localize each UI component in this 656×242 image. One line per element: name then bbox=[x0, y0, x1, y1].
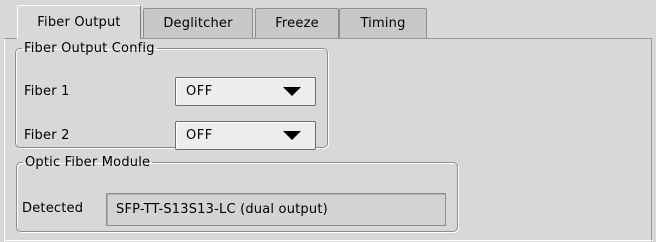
tab-freeze[interactable]: Freeze bbox=[255, 8, 339, 38]
fiber-output-config-group: Fiber Output Config Fiber 1 OFF Fiber 2 … bbox=[15, 41, 328, 150]
fiber-1-label: Fiber 1 bbox=[24, 84, 70, 99]
panel-bottom-divider bbox=[5, 240, 653, 241]
tab-timing[interactable]: Timing bbox=[339, 8, 427, 38]
triangle-down-icon bbox=[283, 131, 301, 140]
tab-bar: Fiber Output Deglitcher Freeze Timing bbox=[0, 0, 656, 39]
optic-fiber-module-title: Optic Fiber Module bbox=[25, 155, 151, 170]
fiber-output-config-title: Fiber Output Config bbox=[24, 41, 155, 56]
tab-deglitcher[interactable]: Deglitcher bbox=[143, 8, 253, 38]
detected-label: Detected bbox=[22, 201, 84, 216]
fiber-2-label: Fiber 2 bbox=[24, 128, 70, 143]
fiber-output-window: Fiber Output Deglitcher Freeze Timing Fi… bbox=[0, 0, 656, 242]
fiber-2-dropdown[interactable]: OFF bbox=[175, 121, 316, 150]
fiber-2-value: OFF bbox=[186, 128, 213, 143]
fiber-1-value: OFF bbox=[186, 84, 213, 99]
optic-fiber-module-group: Optic Fiber Module Detected SFP-TT-S13S1… bbox=[16, 155, 458, 232]
tab-fiber-output[interactable]: Fiber Output bbox=[17, 5, 141, 39]
tab-content-panel: Fiber Output Config Fiber 1 OFF Fiber 2 … bbox=[4, 39, 653, 242]
fiber-1-dropdown[interactable]: OFF bbox=[175, 77, 316, 106]
triangle-down-icon bbox=[283, 87, 301, 96]
detected-module-field: SFP-TT-S13S13-LC (dual output) bbox=[106, 193, 446, 226]
